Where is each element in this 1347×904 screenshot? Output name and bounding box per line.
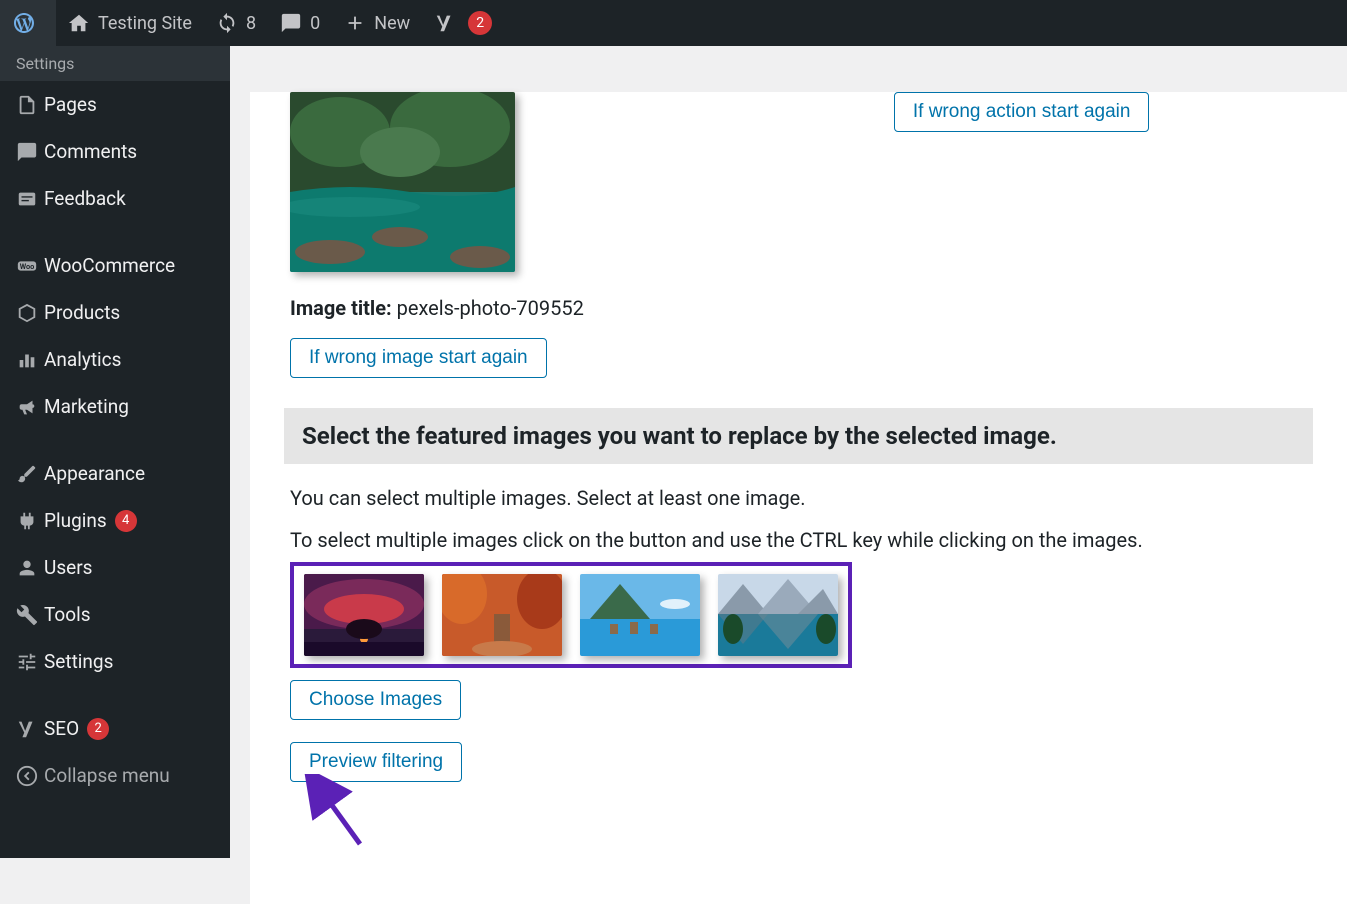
site-name: Testing Site xyxy=(98,13,192,34)
plus-icon xyxy=(344,12,366,34)
comments-link[interactable]: 0 xyxy=(268,0,332,46)
yoast-icon xyxy=(434,12,456,34)
updates-count: 8 xyxy=(246,13,256,34)
sidebar-item-comments[interactable]: Comments xyxy=(0,128,230,175)
refresh-icon xyxy=(216,12,238,34)
section-header: Select the featured images you want to r… xyxy=(284,408,1313,464)
yoast-link[interactable]: 2 xyxy=(422,0,504,46)
collapse-icon xyxy=(16,765,44,787)
image-title-row: Image title: pexels-photo-709552 xyxy=(290,296,584,320)
desc-2: To select multiple images click on the b… xyxy=(290,528,1307,552)
sidebar-item-feedback[interactable]: Feedback xyxy=(0,175,230,222)
selected-featured-image xyxy=(290,92,515,272)
sidebar-item-pages[interactable]: Pages xyxy=(0,81,230,128)
wrench-icon xyxy=(16,604,44,626)
sliders-icon xyxy=(16,651,44,673)
sidebar-item-products[interactable]: Products xyxy=(0,289,230,336)
megaphone-icon xyxy=(16,396,44,418)
sidebar-item-users[interactable]: Users xyxy=(0,544,230,591)
site-home-link[interactable]: Testing Site xyxy=(56,0,204,46)
wordpress-icon xyxy=(12,11,36,35)
brush-icon xyxy=(16,463,44,485)
sidebar-item-analytics[interactable]: Analytics xyxy=(0,336,230,383)
comment-icon xyxy=(16,141,44,163)
svg-text:Woo: Woo xyxy=(20,261,35,270)
choose-images-button[interactable]: Choose Images xyxy=(290,680,461,720)
wrong-action-button[interactable]: If wrong action start again xyxy=(894,92,1150,132)
feedback-icon xyxy=(16,188,44,210)
section-heading: Select the featured images you want to r… xyxy=(302,422,1295,450)
seo-badge: 2 xyxy=(87,718,109,740)
sidebar-item-appearance[interactable]: Appearance xyxy=(0,450,230,497)
sidebar-collapse[interactable]: Collapse menu xyxy=(0,752,230,799)
updates-link[interactable]: 8 xyxy=(204,0,268,46)
page-icon xyxy=(16,94,44,116)
yoast-icon xyxy=(16,718,44,740)
woocommerce-icon: Woo xyxy=(16,255,44,277)
plugin-icon xyxy=(16,510,44,532)
sidebar-item-woocommerce[interactable]: Woo WooCommerce xyxy=(0,242,230,289)
admin-bar: Testing Site 8 0 New 2 xyxy=(0,0,1347,46)
admin-sidebar: Settings Pages Comments Feedback Woo Woo… xyxy=(0,46,230,858)
yoast-badge: 2 xyxy=(468,11,492,35)
sidebar-item-seo[interactable]: SEO 2 xyxy=(0,705,230,752)
desc-1: You can select multiple images. Select a… xyxy=(290,486,1307,510)
selected-thumbnails xyxy=(290,562,852,668)
image-title-label: Image title: xyxy=(290,296,392,320)
main-content: Image title: pexels-photo-709552 If wron… xyxy=(250,92,1347,904)
user-icon xyxy=(16,557,44,579)
sidebar-item-tools[interactable]: Tools xyxy=(0,591,230,638)
wrong-image-button[interactable]: If wrong image start again xyxy=(290,338,547,378)
comments-count: 0 xyxy=(310,13,320,34)
thumb-autumn[interactable] xyxy=(442,574,562,656)
annotation-arrow-icon xyxy=(300,774,380,854)
sidebar-item-settings[interactable]: Settings xyxy=(0,638,230,685)
thumb-beach[interactable] xyxy=(580,574,700,656)
thumb-sunset[interactable] xyxy=(304,574,424,656)
image-title-value: pexels-photo-709552 xyxy=(397,296,584,320)
analytics-icon xyxy=(16,349,44,371)
sidebar-item-marketing[interactable]: Marketing xyxy=(0,383,230,430)
sidebar-item-settings-sub[interactable]: Settings xyxy=(0,46,230,81)
products-icon xyxy=(16,302,44,324)
new-label: New xyxy=(374,13,410,34)
preview-filtering-button[interactable]: Preview filtering xyxy=(290,742,462,782)
home-icon xyxy=(68,12,90,34)
wordpress-logo[interactable] xyxy=(0,0,56,46)
plugins-badge: 4 xyxy=(115,510,137,532)
comment-icon xyxy=(280,12,302,34)
new-content-link[interactable]: New xyxy=(332,0,422,46)
thumb-mountain[interactable] xyxy=(718,574,838,656)
sidebar-item-plugins[interactable]: Plugins 4 xyxy=(0,497,230,544)
